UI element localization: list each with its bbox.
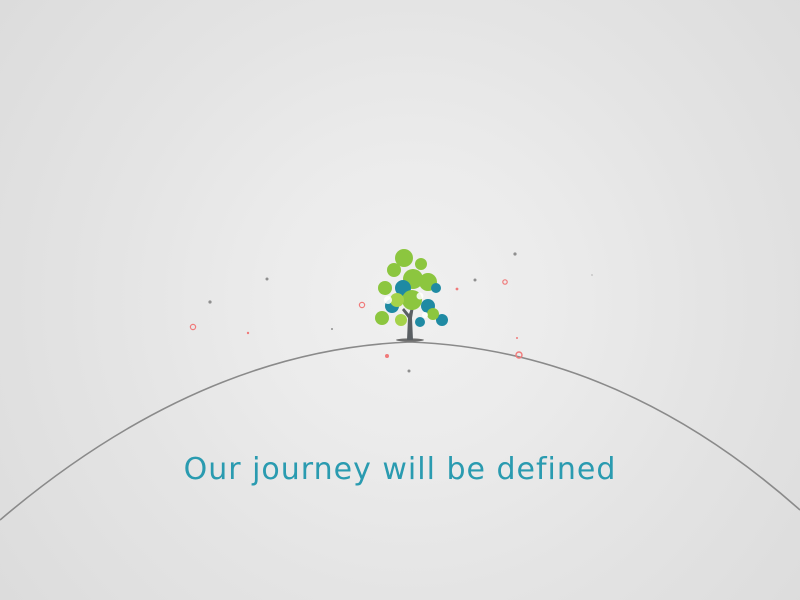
particle [385,354,389,358]
particle [591,274,593,276]
particle [189,323,197,331]
particle [208,300,212,304]
journey-caption: Our journey will be defined [183,452,617,487]
tree-icon [375,249,448,342]
scene-artwork [0,249,800,521]
tree-leaf [378,281,392,295]
tree-leaf [415,317,425,327]
particle [265,277,269,281]
tree-leaf [416,292,424,300]
tree-leaf [384,296,392,304]
particle [455,287,459,291]
tree-leaf [427,308,439,320]
particle [513,252,517,256]
particle [358,301,366,309]
tree-leaf [375,311,389,325]
tree-leaf [415,258,427,270]
intro-scene: Our journey will be defined [0,0,800,600]
particle [246,331,250,335]
particle [407,369,411,373]
tree-leaf [422,312,428,318]
tree-leaf [431,283,441,293]
particle [516,337,518,339]
particle [502,279,508,285]
horizon-arc [0,341,800,521]
particle [473,278,477,282]
particle [331,328,333,330]
tree-leaf [395,314,407,326]
tree-leaf [387,263,401,277]
tree-leaf [390,293,404,307]
